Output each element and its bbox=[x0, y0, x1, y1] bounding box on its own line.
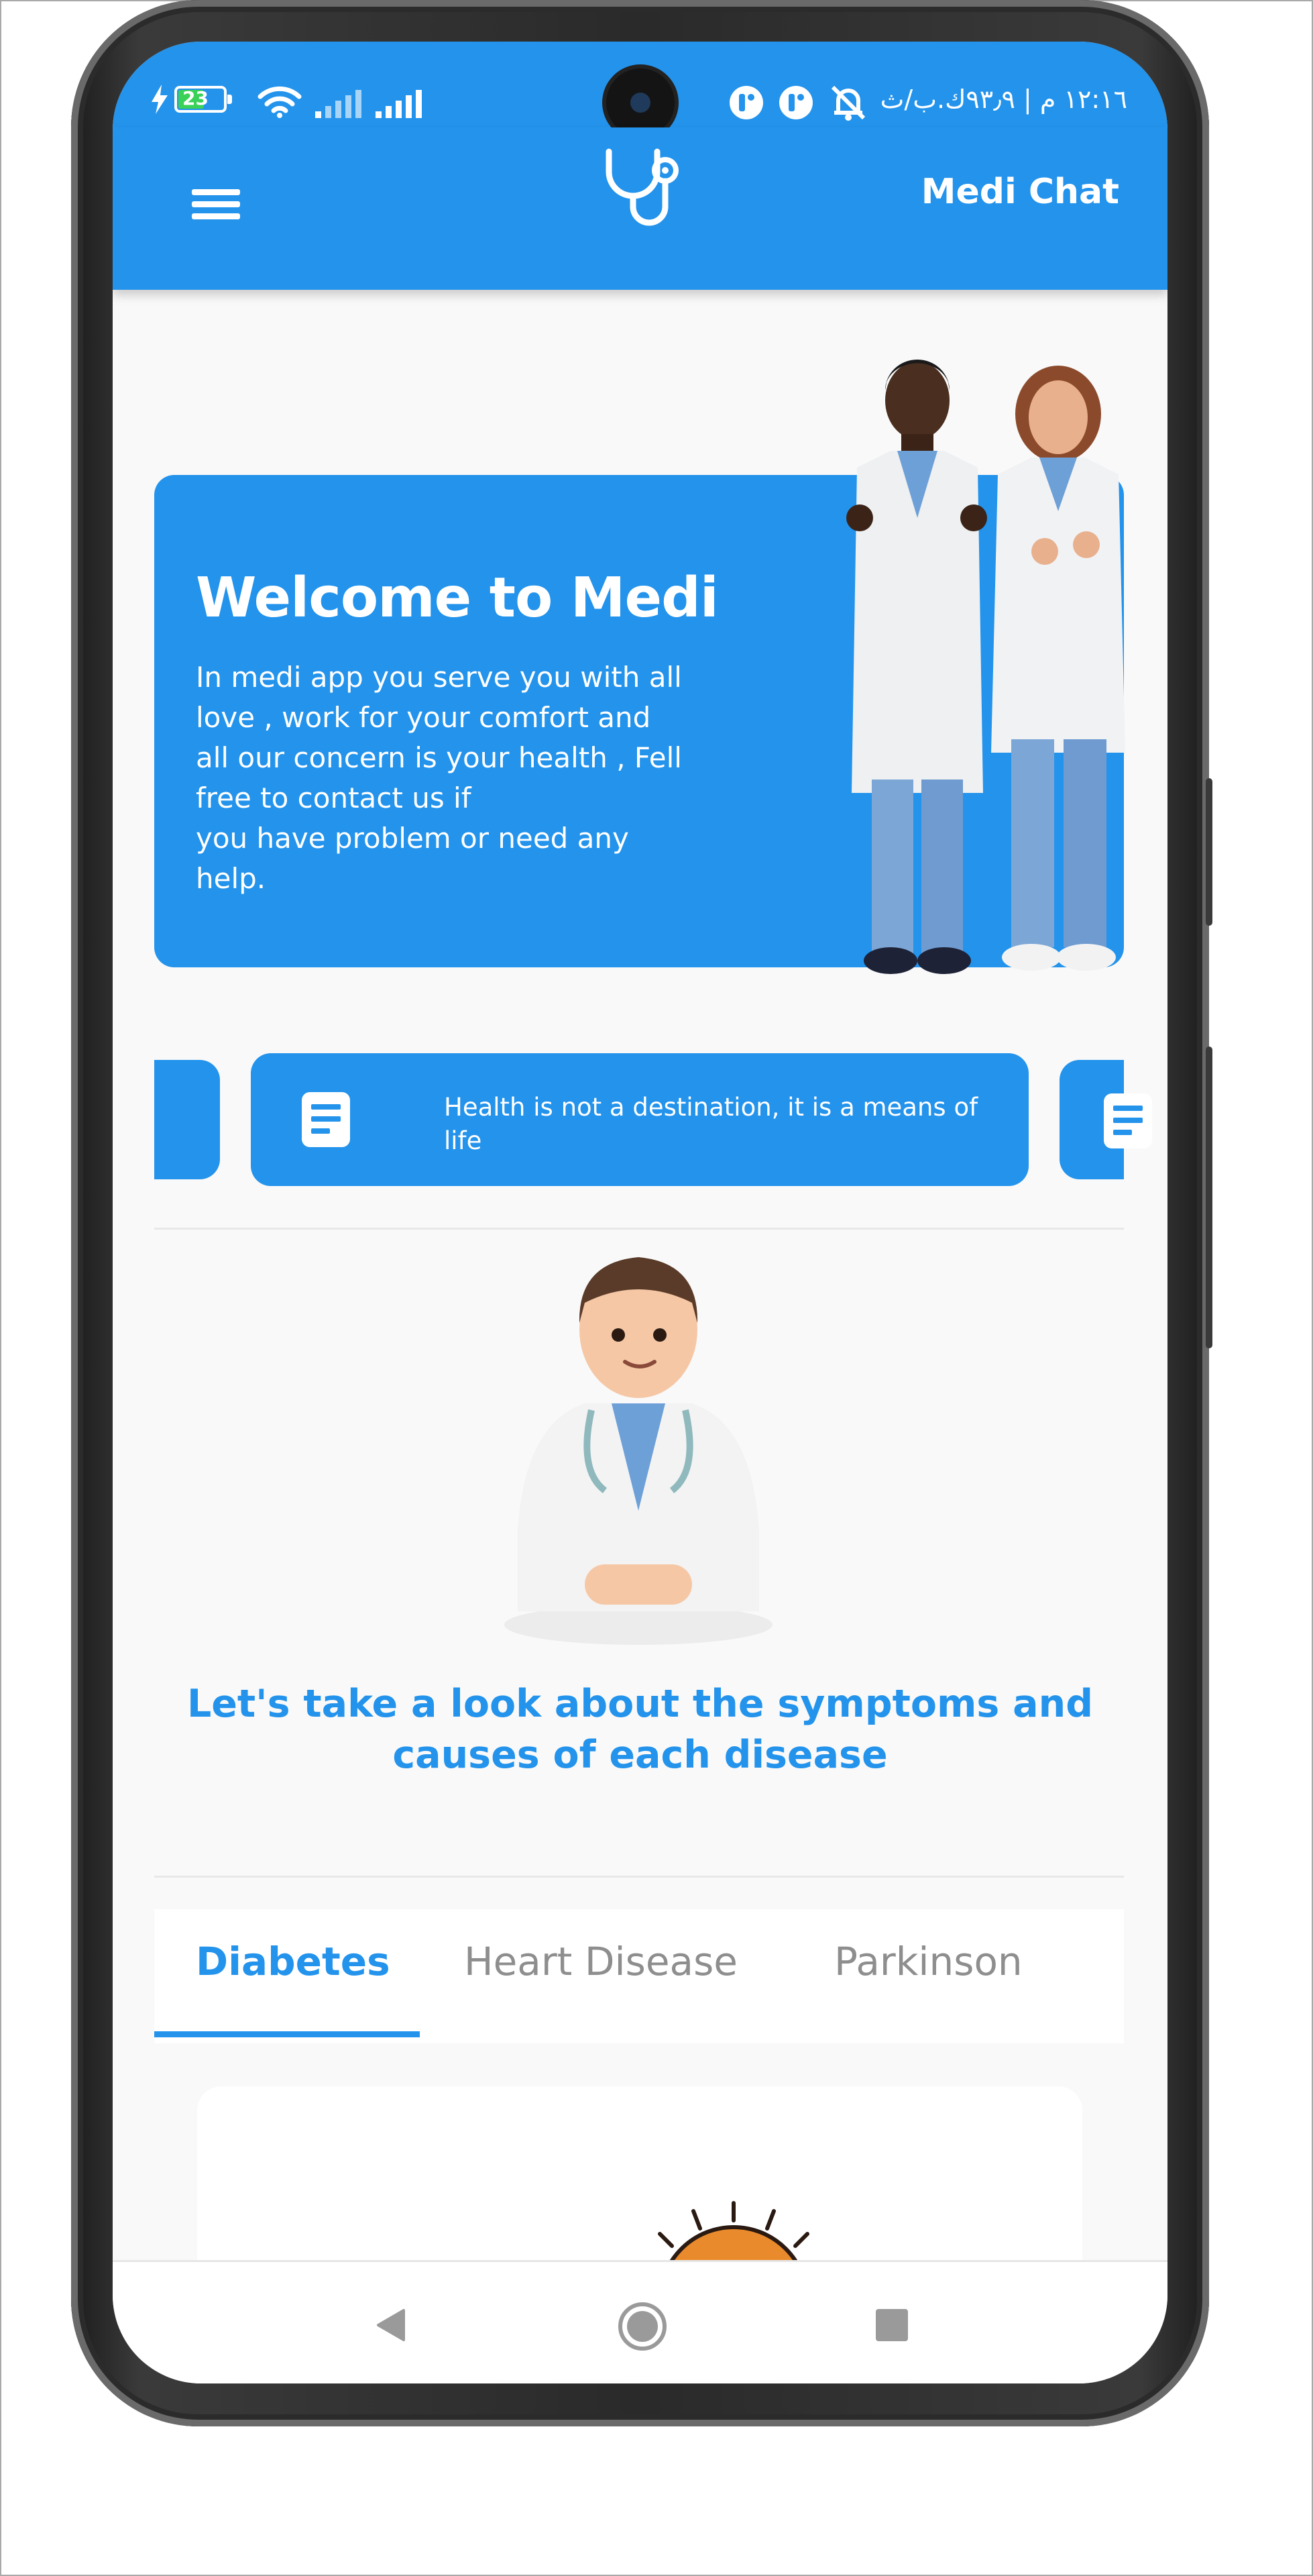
menu-button[interactable] bbox=[186, 173, 248, 235]
app-bar: Medi Chat bbox=[113, 127, 1167, 290]
charging-icon bbox=[152, 85, 168, 114]
quote-card-next[interactable] bbox=[1060, 1060, 1152, 1179]
back-icon[interactable] bbox=[373, 2306, 410, 2344]
quote-card-previous[interactable] bbox=[154, 1060, 220, 1179]
doctors-illustration bbox=[846, 360, 1125, 974]
document-icon bbox=[302, 1092, 350, 1147]
status-bar: 23 ١٢:١٦ م | ٩٣٫٩ك.ب/ث bbox=[113, 42, 1167, 137]
active-tab-indicator bbox=[154, 2031, 420, 2037]
navigation-bar bbox=[113, 2260, 1167, 2383]
stethoscope-icon bbox=[606, 148, 679, 226]
welcome-title: Welcome to Medi bbox=[196, 566, 719, 630]
quote-text: Health is not a destination, it is a mea… bbox=[444, 1093, 978, 1155]
phone-screen: 23 ١٢:١٦ م | ٩٣٫٩ك.ب/ث Medi Chat Welcome… bbox=[113, 42, 1167, 2383]
divider bbox=[154, 1228, 1124, 1230]
section-heading: Let's take a look about the symptoms and… bbox=[186, 1682, 1094, 1777]
tab-heart-disease[interactable]: Heart Disease bbox=[464, 1939, 738, 1984]
app-title: Medi Chat bbox=[921, 172, 1119, 212]
signal-sim1-icon bbox=[315, 90, 361, 118]
description-line: help. bbox=[196, 862, 266, 895]
app-notification-icon bbox=[779, 86, 813, 119]
tab-diabetes[interactable]: Diabetes bbox=[196, 1939, 390, 1984]
mute-icon bbox=[831, 85, 866, 121]
front-camera bbox=[606, 68, 675, 137]
battery-level: 23 bbox=[182, 87, 209, 109]
quote-card[interactable]: Health is not a destination, it is a mea… bbox=[251, 1053, 1029, 1186]
home-icon[interactable] bbox=[617, 2301, 668, 2352]
description-line: free to contact us if bbox=[196, 782, 471, 814]
status-time: ١٢:١٦ م | ٩٣٫٩ك.ب/ث bbox=[880, 85, 1127, 114]
doctor-illustration bbox=[504, 1257, 773, 1645]
disease-tab-bar: Diabetes Heart Disease Parkinson bbox=[154, 1909, 1124, 2043]
description-line: In medi app you serve you with all bbox=[196, 661, 682, 694]
phone-power-button bbox=[1206, 1046, 1212, 1348]
signal-sim2-icon bbox=[376, 90, 422, 118]
wifi-icon bbox=[258, 86, 302, 118]
app-notification-icon bbox=[730, 86, 763, 119]
description-line: love , work for your comfort and bbox=[196, 701, 651, 734]
recents-icon[interactable] bbox=[873, 2306, 911, 2344]
description-line: you have problem or need any bbox=[196, 822, 629, 855]
tab-parkinson[interactable]: Parkinson bbox=[834, 1939, 1023, 1984]
quotes-carousel[interactable]: Health is not a destination, it is a mea… bbox=[154, 1053, 1152, 1187]
welcome-description: In medi app you serve you with all love … bbox=[196, 657, 726, 899]
document-icon bbox=[1104, 1093, 1152, 1148]
divider bbox=[154, 1876, 1124, 1878]
phone-volume-button bbox=[1206, 778, 1212, 926]
battery-icon: 23 bbox=[174, 86, 232, 113]
description-line: all our concern is your health , Fell bbox=[196, 741, 682, 774]
